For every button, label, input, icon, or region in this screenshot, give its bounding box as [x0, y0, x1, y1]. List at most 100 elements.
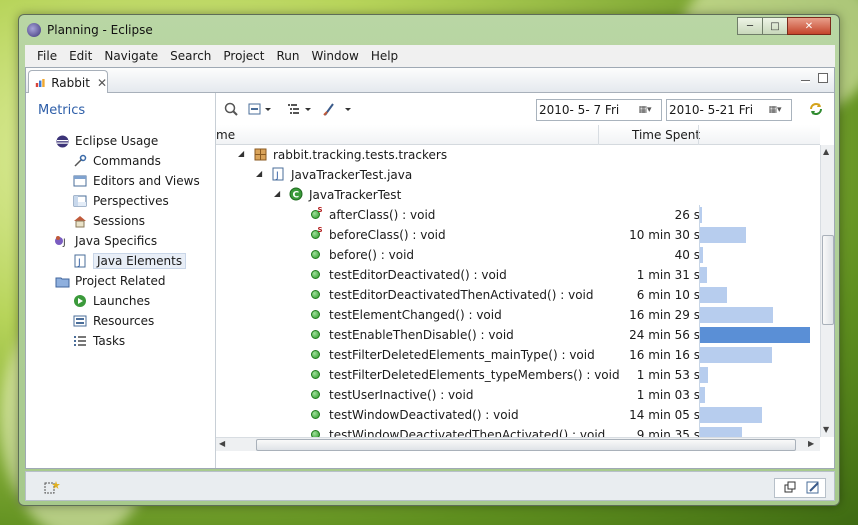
maximize-button[interactable]: □: [762, 17, 788, 35]
nav-eclipse-usage[interactable]: Eclipse Usage: [54, 131, 158, 151]
nav-tasks[interactable]: Tasks: [72, 331, 125, 351]
tree-row-file[interactable]: ◢ J JavaTrackerTest.java: [216, 165, 820, 185]
refresh-icon[interactable]: [808, 101, 824, 117]
resources-icon: [72, 313, 88, 329]
nav-java-elements[interactable]: J Java Elements: [72, 251, 187, 271]
scroll-up-icon[interactable]: ▲: [823, 147, 829, 156]
method-dot: [310, 409, 320, 419]
svg-text:J: J: [62, 238, 66, 248]
nav-editors-and-views[interactable]: Editors and Views: [72, 171, 200, 191]
metrics-title: Metrics: [38, 103, 86, 118]
tree-row-method[interactable]: testWindowDeactivatedThenActivated() : v…: [216, 425, 820, 437]
menu-navigate[interactable]: Navigate: [98, 49, 164, 63]
menu-help[interactable]: Help: [365, 49, 404, 63]
paint-brush-icon[interactable]: [322, 101, 352, 117]
nav-label: Resources: [93, 314, 155, 328]
tree-row-method[interactable]: testEnableThenDisable() : void 24 min 56 …: [216, 325, 820, 345]
time-spent-column-header[interactable]: Time Spent: [632, 128, 700, 142]
public-method-icon: [308, 267, 322, 281]
time-spent-value: 26 s: [674, 208, 700, 222]
launch-icon: [72, 293, 88, 309]
menu-window[interactable]: Window: [305, 49, 364, 63]
nav-label: Java Elements: [93, 253, 187, 269]
tree-row-method[interactable]: afterClass() : void 26 s: [216, 205, 820, 225]
commands-icon: [72, 153, 88, 169]
time-bar: [700, 387, 705, 403]
nav-resources[interactable]: Resources: [72, 311, 154, 331]
view-maximize-icon[interactable]: [818, 73, 828, 83]
method-label: beforeClass() : void: [329, 228, 446, 242]
start-date-picker[interactable]: 2010- 5- 7 Fri ▦▾: [536, 99, 662, 121]
method-label: before() : void: [329, 248, 415, 262]
method-label: testFilterDeletedElements_typeMembers() …: [329, 368, 620, 382]
nav-label: Project Related: [75, 274, 166, 288]
column-divider[interactable]: [598, 125, 599, 145]
menu-run[interactable]: Run: [270, 49, 305, 63]
menu-file[interactable]: File: [31, 49, 63, 63]
tree-row-class[interactable]: ◢ C JavaTrackerTest: [216, 185, 820, 205]
time-bar: [700, 267, 707, 283]
expanded-arrow-icon[interactable]: ◢: [238, 149, 244, 158]
tab-rabbit[interactable]: Rabbit ✕: [28, 70, 108, 94]
nav-sessions[interactable]: Sessions: [72, 211, 145, 231]
menu-search[interactable]: Search: [164, 49, 217, 63]
collapse-all-icon[interactable]: [248, 101, 272, 117]
java-file-icon: J: [271, 167, 285, 181]
tree-row-method[interactable]: testEditorDeactivated() : void 1 min 31 s: [216, 265, 820, 285]
window-controls: ─ □ ✕: [737, 17, 831, 35]
minimize-button[interactable]: ─: [737, 17, 763, 35]
scroll-down-icon[interactable]: ▼: [823, 425, 829, 434]
method-dot: [310, 329, 320, 339]
column-divider[interactable]: [698, 125, 699, 145]
menu-edit[interactable]: Edit: [63, 49, 98, 63]
search-icon[interactable]: [224, 101, 238, 117]
group-by-icon[interactable]: [286, 101, 312, 117]
rabbit-view-icon: [35, 78, 45, 87]
tree-row-method[interactable]: testFilterDeletedElements_typeMembers() …: [216, 365, 820, 385]
time-spent-value: 6 min 10 s: [636, 288, 700, 302]
nav-java-specifics[interactable]: J Java Specifics: [54, 231, 157, 251]
calendar-dropdown-icon[interactable]: ▦▾: [761, 102, 789, 118]
tree-row-method[interactable]: testWindowDeactivated() : void 14 min 05 …: [216, 405, 820, 425]
scroll-thumb[interactable]: [256, 439, 796, 451]
expanded-arrow-icon[interactable]: ◢: [256, 169, 262, 178]
calendar-dropdown-icon[interactable]: ▦▾: [631, 102, 659, 118]
method-dot: [310, 269, 320, 279]
time-bar: [700, 367, 708, 383]
tree-row-method[interactable]: before() : void 40 s: [216, 245, 820, 265]
table-header: me Time Spent: [216, 125, 820, 145]
scroll-left-icon[interactable]: ◀: [219, 439, 225, 448]
tab-close-icon[interactable]: ✕: [97, 76, 107, 90]
svg-text:J: J: [275, 171, 279, 181]
public-method-icon: [308, 327, 322, 341]
vertical-scrollbar[interactable]: ▲ ▼: [820, 145, 834, 437]
tree-row-method[interactable]: beforeClass() : void 10 min 30 s: [216, 225, 820, 245]
tree-row-method[interactable]: testEditorDeactivatedThenActivated() : v…: [216, 285, 820, 305]
tree-row-method[interactable]: testElementChanged() : void 16 min 29 s: [216, 305, 820, 325]
nav-label: Perspectives: [93, 194, 169, 208]
scroll-thumb[interactable]: [822, 235, 834, 325]
name-column-header[interactable]: me: [216, 128, 235, 142]
nav-project-related[interactable]: Project Related: [54, 271, 165, 291]
end-date-picker[interactable]: 2010- 5-21 Fri ▦▾: [666, 99, 792, 121]
menu-project[interactable]: Project: [217, 49, 270, 63]
method-label: testWindowDeactivatedThenActivated() : v…: [329, 428, 606, 437]
horizontal-scrollbar[interactable]: ◀ ▶: [216, 437, 820, 451]
close-button[interactable]: ✕: [787, 17, 831, 35]
view-minimize-icon[interactable]: [801, 80, 810, 83]
fast-view-icon[interactable]: [44, 480, 60, 497]
restore-icon[interactable]: [784, 481, 796, 496]
nav-perspectives[interactable]: Perspectives: [72, 191, 169, 211]
nav-commands[interactable]: Commands: [72, 151, 161, 171]
tree-row-package[interactable]: ◢ rabbit.tracking.tests.trackers: [216, 145, 820, 165]
method-dot: [310, 369, 320, 379]
tree-row-method[interactable]: testFilterDeletedElements_mainType() : v…: [216, 345, 820, 365]
time-spent-value: 1 min 03 s: [636, 388, 700, 402]
scroll-right-icon[interactable]: ▶: [808, 439, 814, 448]
nav-launches[interactable]: Launches: [72, 291, 150, 311]
expanded-arrow-icon[interactable]: ◢: [274, 189, 280, 198]
tree-row-method[interactable]: testUserInactive() : void 1 min 03 s: [216, 385, 820, 405]
time-spent-value: 10 min 30 s: [629, 228, 700, 242]
edit-perspective-icon[interactable]: [806, 480, 820, 497]
svg-text:J: J: [77, 258, 81, 268]
